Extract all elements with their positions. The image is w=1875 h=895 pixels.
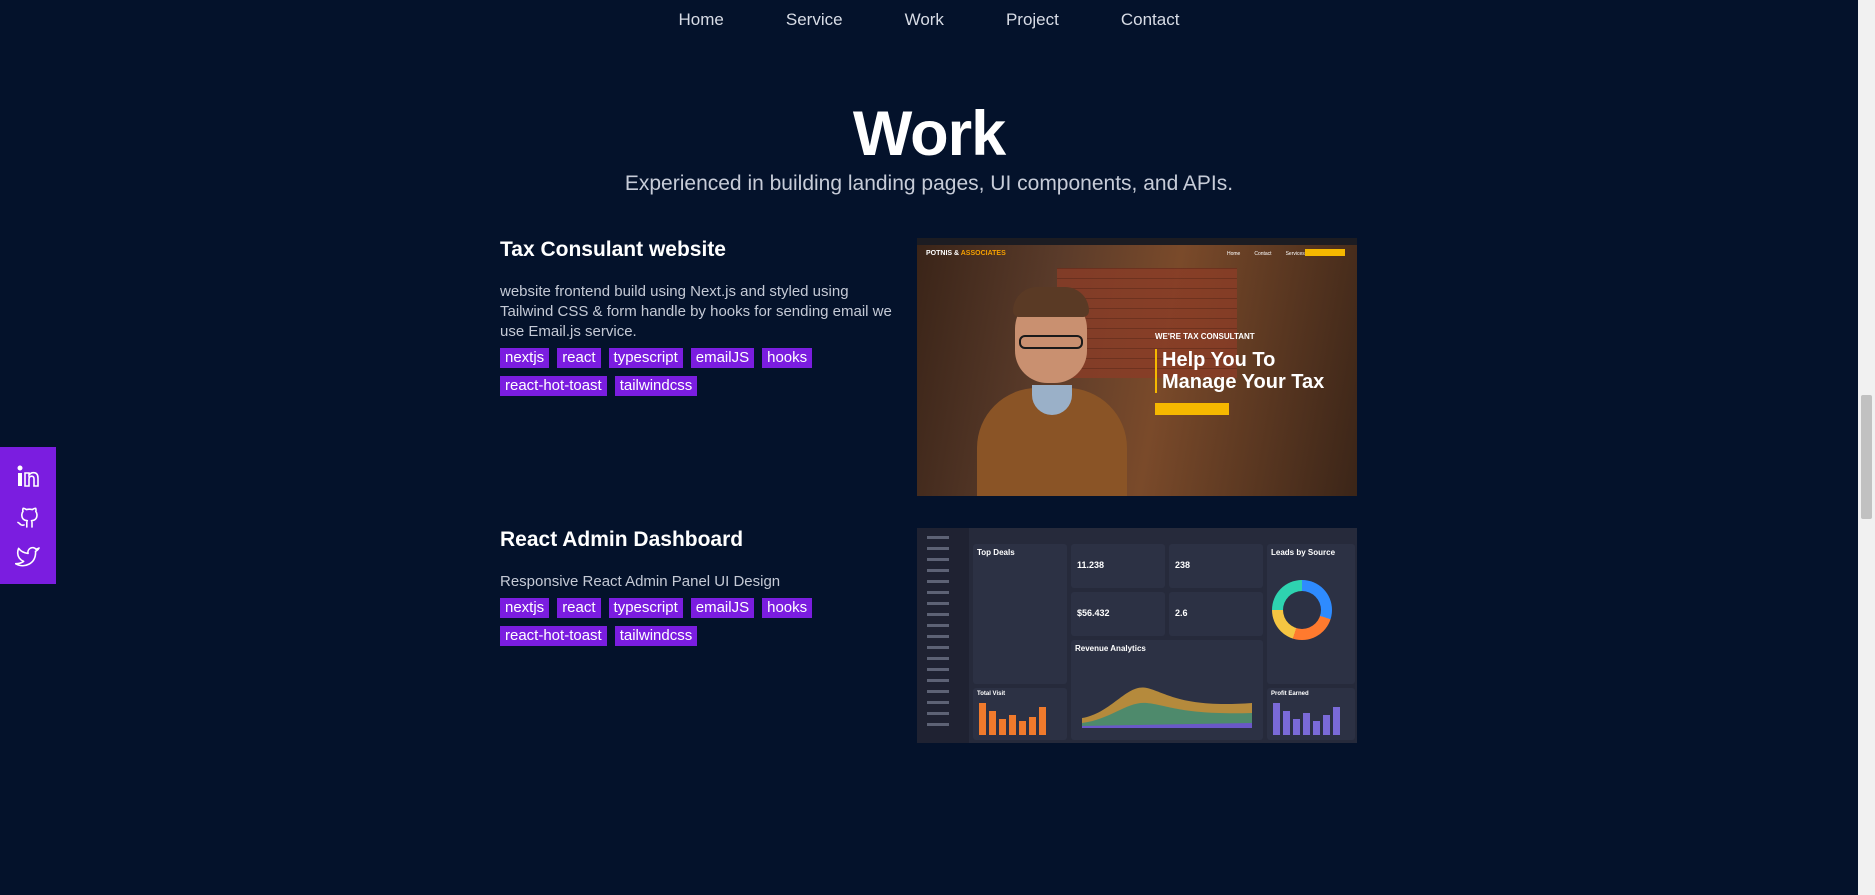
chart-bar [1009, 715, 1016, 735]
tag: nextjs [500, 598, 550, 618]
top-deals-panel [973, 544, 1067, 684]
chart-bar [999, 719, 1006, 735]
kpi-value: $56.432 [1077, 608, 1110, 618]
tag: react-hot-toast [500, 626, 607, 646]
leads-label: Leads by Source [1271, 548, 1336, 557]
project-title: Tax Consulant website [500, 238, 726, 261]
kpi-value: 11.238 [1077, 560, 1105, 570]
nav-home[interactable]: Home [648, 10, 755, 30]
section-subtitle: Experienced in building landing pages, U… [624, 172, 1234, 195]
chart-bar [989, 711, 996, 735]
project-description: website frontend build using Next.js and… [500, 283, 892, 340]
project-screenshot-tax[interactable]: POTNIS & ASSOCIATES Home Contact Services … [917, 238, 1357, 496]
chart-bar [1283, 711, 1290, 735]
tag: nextjs [500, 348, 550, 368]
tag: hooks [762, 598, 813, 618]
social-sidebar [0, 447, 56, 584]
chart-bar [1019, 721, 1026, 735]
chart-bar [1273, 703, 1280, 735]
twitter-icon[interactable] [14, 543, 41, 569]
tag: tailwindcss [614, 376, 698, 396]
donut-chart [1272, 580, 1332, 640]
chart-bar [1039, 707, 1046, 735]
nav-work[interactable]: Work [874, 10, 975, 30]
total-visit-label: Total Visit [977, 691, 1006, 697]
tag-list: nextjs react typescript emailJS hooks re… [500, 598, 840, 646]
chart-bar [979, 703, 986, 735]
thumb-topbar [917, 238, 1357, 245]
revenue-label: Revenue Analytics [1075, 644, 1146, 653]
scrollbar-thumb[interactable] [1861, 395, 1872, 519]
nav-project[interactable]: Project [975, 10, 1090, 30]
tag-list: nextjs react typescript emailJS hooks re… [500, 348, 840, 396]
project-text: React Admin Dashboard Responsive React A… [500, 528, 900, 646]
project-text: Tax Consulant website website frontend b… [500, 238, 900, 396]
chart-bar [1323, 715, 1330, 735]
revenue-area-chart [1082, 687, 1252, 728]
thumb-hero-text: WE'RE TAX CONSULTANT Help You To Manage … [1155, 332, 1355, 415]
tag: hooks [762, 348, 813, 368]
top-nav: Home Service Work Project Contact [0, 10, 1858, 30]
person-image [977, 287, 1127, 496]
project-card-dashboard: React Admin Dashboard Responsive React A… [500, 528, 1360, 748]
tag: tailwindcss [614, 626, 698, 646]
tag: react [557, 348, 601, 368]
profit-label: Profit Earned [1271, 691, 1309, 697]
tag: emailJS [690, 348, 755, 368]
chart-bar [1029, 717, 1036, 735]
kpi-value: 2.6 [1175, 608, 1188, 618]
project-card-tax: Tax Consulant website website frontend b… [500, 238, 1360, 498]
chart-bar [1303, 713, 1310, 735]
chart-bar [1313, 721, 1320, 735]
dashboard-sidebar [917, 528, 969, 743]
thumb-logo: POTNIS & ASSOCIATES [926, 250, 1006, 257]
section-title: Work [852, 99, 1006, 169]
chart-bar [1333, 707, 1340, 735]
tag: react-hot-toast [500, 376, 607, 396]
tag: typescript [608, 598, 683, 618]
tag: react [557, 598, 601, 618]
top-deals-label: Top Deals [977, 548, 1015, 557]
thumb-appointment-button [1305, 249, 1345, 256]
tag: typescript [608, 348, 683, 368]
nav-contact[interactable]: Contact [1090, 10, 1211, 30]
thumb-nav: Home Contact Services [1227, 251, 1305, 257]
project-screenshot-dashboard[interactable]: Top Deals 11.238 238 $56.432 2.6 Leads b… [917, 528, 1357, 743]
kpi-value: 238 [1175, 560, 1191, 570]
tag: emailJS [690, 598, 755, 618]
github-icon[interactable] [15, 503, 41, 529]
project-title: React Admin Dashboard [500, 528, 744, 551]
linkedin-icon[interactable] [15, 463, 41, 489]
page-scrollbar[interactable] [1858, 0, 1875, 895]
chart-bar [1293, 719, 1300, 735]
project-description: Responsive React Admin Panel UI Design [500, 573, 781, 590]
nav-service[interactable]: Service [755, 10, 874, 30]
